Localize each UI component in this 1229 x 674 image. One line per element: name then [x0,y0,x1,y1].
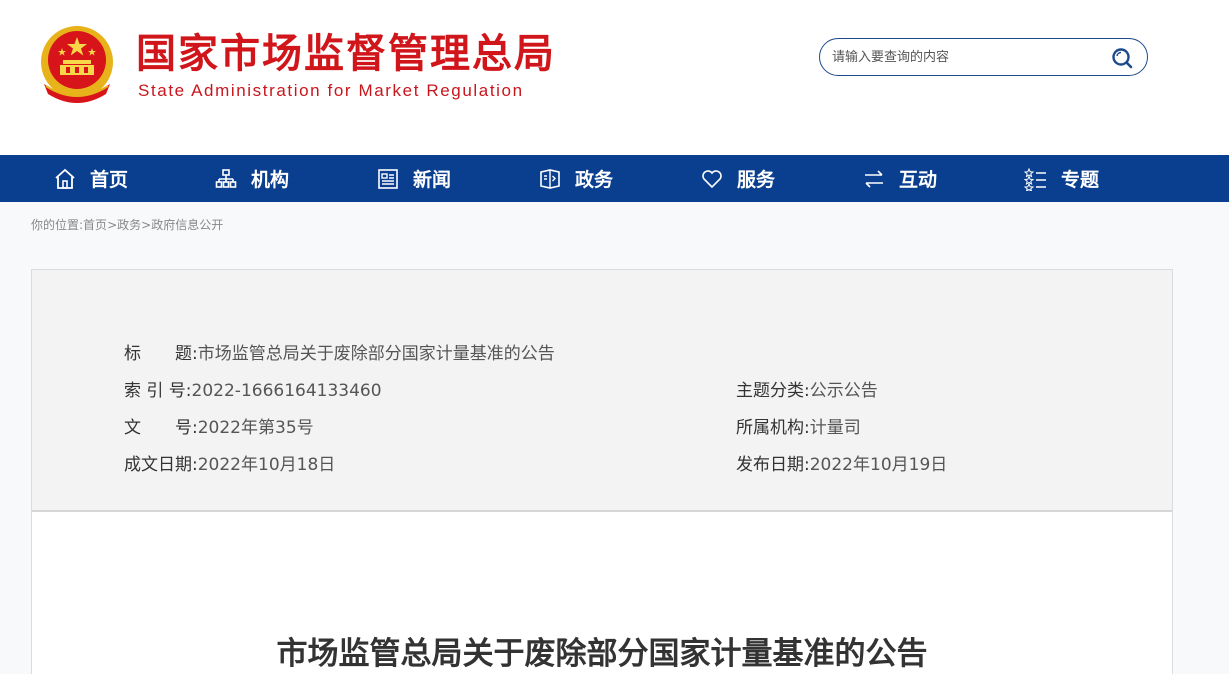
nav-label: 服务 [737,169,776,191]
article-title: 市场监管总局关于废除部分国家计量基准的公告 [276,636,928,672]
article-card: 标 题:市场监管总局关于废除部分国家计量基准的公告 索 引 号:2022-166… [31,269,1173,674]
topic-list-icon [1023,166,1049,192]
meta-value: 计量司 [809,418,861,438]
heart-icon [699,166,725,192]
meta-value: 2022年10月18日 [197,455,336,475]
breadcrumb-separator: > [141,218,152,232]
nav-item-org[interactable]: 机构 [213,155,289,202]
search-icon[interactable] [1111,47,1133,69]
search-input[interactable] [832,47,1102,67]
meta-label: 成文日期: [124,455,198,475]
government-affairs-icon [537,166,563,192]
meta-published-date: 发布日期:2022年10月19日 [736,454,947,476]
home-icon [52,166,78,192]
meta-value: 2022年第35号 [197,418,314,438]
meta-label: 所属机构: [736,418,810,438]
breadcrumb-prefix: 你的位置: [31,218,84,232]
breadcrumb: 你的位置:首页>政务>政府信息公开 [31,216,223,233]
breadcrumb-separator: > [107,218,118,232]
meta-value: 市场监管总局关于废除部分国家计量基准的公告 [197,344,555,364]
nav-label: 新闻 [413,169,452,191]
meta-title: 标 题:市场监管总局关于废除部分国家计量基准的公告 [124,343,555,365]
nav-item-service[interactable]: 服务 [699,155,775,202]
org-chart-icon [213,166,239,192]
nav-label: 机构 [251,169,290,191]
nav-item-news[interactable]: 新闻 [375,155,451,202]
national-emblem-icon[interactable] [36,22,118,106]
nav-item-topics[interactable]: 专题 [1023,155,1099,202]
nav-item-interaction[interactable]: 互动 [861,155,937,202]
meta-value: 2022年10月19日 [809,455,948,475]
nav-item-home[interactable]: 首页 [52,155,128,202]
meta-label: 主题分类: [736,381,810,401]
exchange-arrows-icon [861,166,887,192]
meta-organization: 所属机构:计量司 [736,417,861,439]
meta-label: 发布日期: [736,455,810,475]
document-metadata: 标 题:市场监管总局关于废除部分国家计量基准的公告 索 引 号:2022-166… [32,270,1172,512]
nav-label: 政务 [575,169,614,191]
breadcrumb-link-info-disclosure[interactable]: 政府信息公开 [151,218,223,232]
main-content: 你的位置:首页>政务>政府信息公开 标 题:市场监管总局关于废除部分国家计量基准… [0,202,1229,674]
meta-value: 2022-1666164133460 [191,381,382,401]
site-subtitle: State Administration for Market Regulati… [138,81,524,100]
meta-label: 标 题: [124,344,198,364]
site-header: 国家市场监督管理总局 State Administration for Mark… [0,0,1229,155]
meta-label: 索 引 号: [124,381,192,401]
breadcrumb-link-government[interactable]: 政务 [117,218,141,232]
meta-index-number: 索 引 号:2022-1666164133460 [124,380,382,402]
nav-label: 互动 [899,169,938,191]
nav-item-government[interactable]: 政务 [537,155,613,202]
site-title[interactable]: 国家市场监督管理总局 [136,30,556,78]
breadcrumb-link-home[interactable]: 首页 [83,218,107,232]
meta-document-number: 文 号:2022年第35号 [124,417,314,439]
news-icon [375,166,401,192]
nav-label: 专题 [1061,169,1100,191]
main-nav: 首页 机构 新闻 政务 服务 互动 专题 [0,155,1229,202]
meta-category: 主题分类:公示公告 [736,380,878,402]
meta-value: 公示公告 [809,381,878,401]
nav-label: 首页 [90,169,129,191]
meta-label: 文 号: [124,418,198,438]
search-box [819,38,1148,76]
meta-created-date: 成文日期:2022年10月18日 [124,454,335,476]
